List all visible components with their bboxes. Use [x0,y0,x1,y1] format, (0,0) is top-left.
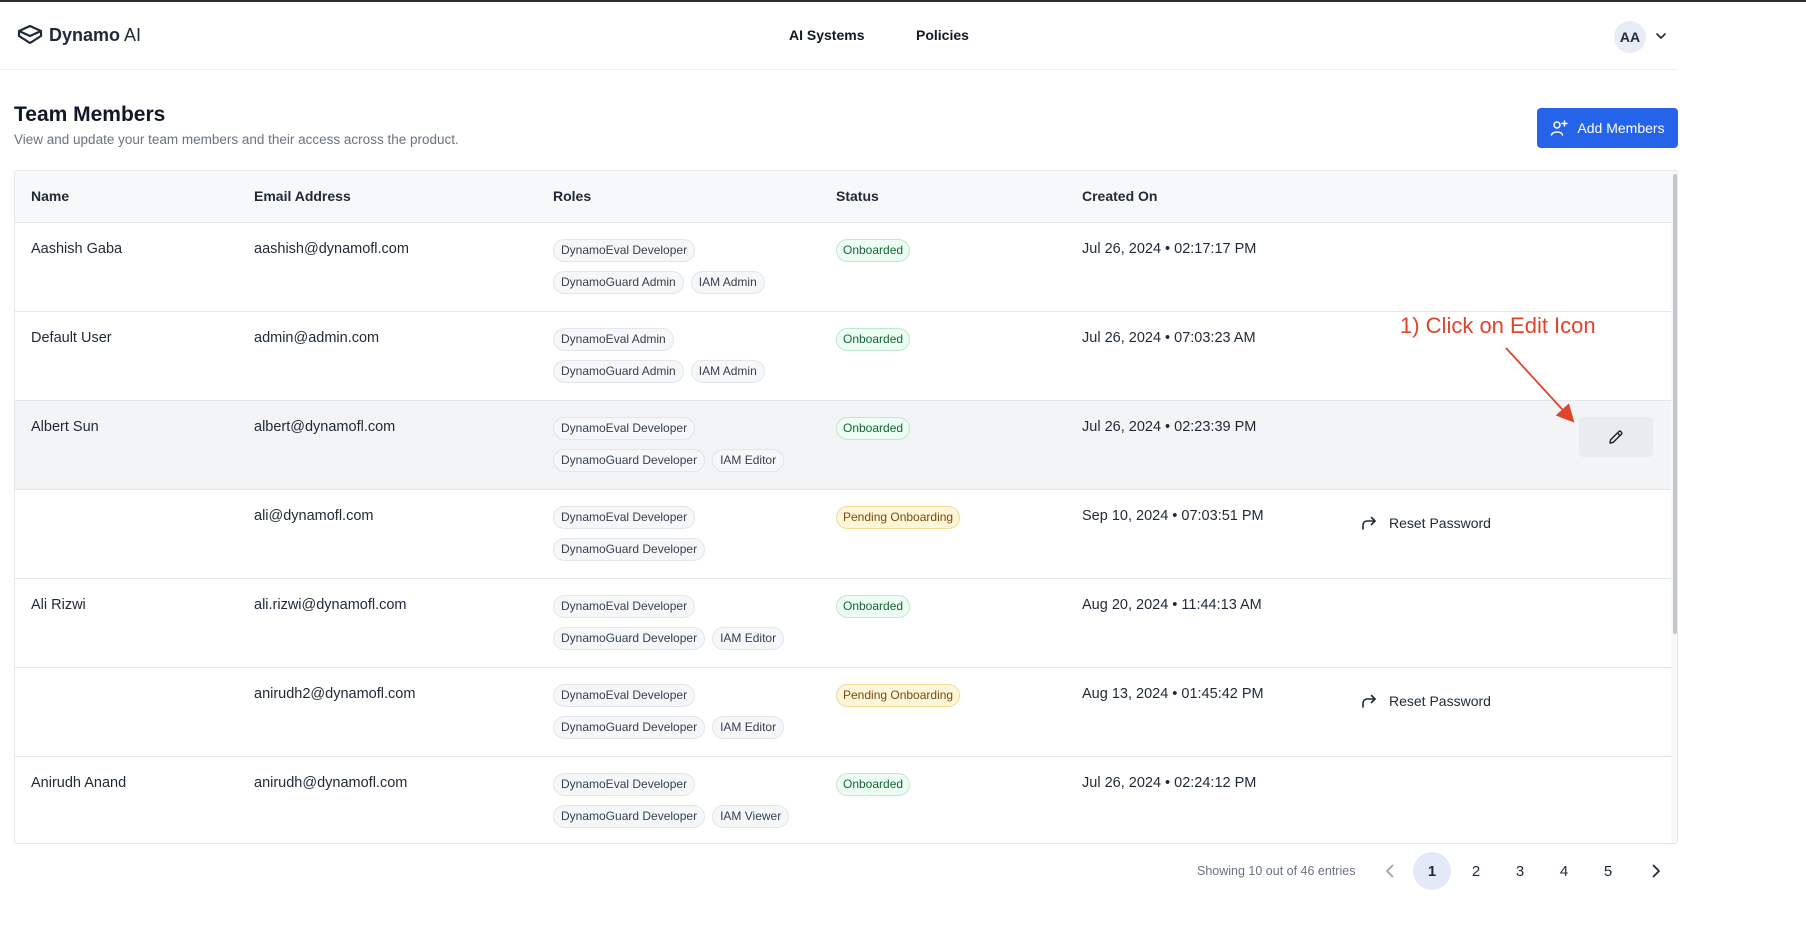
brand-name: Dynamo AI [49,24,142,45]
table-header: Name Email Address Roles Status Created … [15,171,1671,223]
scrollbar-thumb[interactable] [1673,174,1677,634]
dynamo-logo-icon [17,24,43,45]
member-email: albert@dynamofl.com [254,419,396,435]
chevron-down-icon[interactable] [1653,28,1669,44]
roles-cell: DynamoEval Developer DynamoGuard Develop… [553,417,823,481]
column-header-email[interactable]: Email Address [254,188,351,204]
page-4-button[interactable]: 4 [1545,852,1583,890]
reset-password-label: Reset Password [1389,515,1491,531]
table-row[interactable]: anirudh2@dynamofl.com DynamoEval Develop… [15,668,1671,757]
status-badge: Onboarded [836,328,911,351]
role-chip: DynamoEval Admin [553,328,674,351]
brand-logo[interactable]: Dynamo AI [17,24,141,46]
column-header-status[interactable]: Status [836,188,879,204]
role-chip: DynamoGuard Developer [553,449,706,472]
table-row[interactable]: Ali Rizwi ali.rizwi@dynamofl.com DynamoE… [15,579,1671,668]
reset-password-label: Reset Password [1389,693,1491,709]
member-email: ali@dynamofl.com [254,508,374,524]
created-on: Jul 26, 2024 • 07:03:23 AM [1082,330,1256,346]
status-badge: Pending Onboarding [836,684,961,707]
role-chip: DynamoGuard Developer [553,805,706,828]
page-3-button[interactable]: 3 [1501,852,1539,890]
pagination-info: Showing 10 out of 46 entries [1197,864,1356,878]
table-row[interactable]: Anirudh Anand anirudh@dynamofl.com Dynam… [15,757,1671,843]
member-name: Ali Rizwi [31,597,86,613]
role-chip: DynamoEval Developer [553,239,696,262]
roles-cell: DynamoEval Developer DynamoGuard Develop… [553,506,823,570]
avatar[interactable]: AA [1614,21,1646,53]
nav-ai-systems[interactable]: AI Systems [789,27,864,43]
nav-policies[interactable]: Policies [916,27,969,43]
role-chip: DynamoEval Developer [553,595,696,618]
status-badge: Onboarded [836,239,911,262]
member-name: Anirudh Anand [31,775,127,791]
tutorial-annotation: 1) Click on Edit Icon [1400,313,1596,338]
chevron-right-icon[interactable] [1646,861,1666,881]
page-1-button[interactable]: 1 [1413,852,1451,890]
role-chip: DynamoGuard Developer [553,716,706,739]
member-name: Aashish Gaba [31,241,123,257]
role-chip: IAM Editor [712,627,785,650]
member-email: anirudh@dynamofl.com [254,775,408,791]
add-user-icon [1551,120,1569,136]
role-chip: DynamoEval Developer [553,417,696,440]
page-title: Team Members [14,103,166,126]
page-2-button[interactable]: 2 [1457,852,1495,890]
top-navigation-bar: Dynamo AI AI Systems Policies AA [0,2,1678,70]
table-scrollbar[interactable] [1671,171,1677,843]
created-on: Jul 26, 2024 • 02:23:39 PM [1082,419,1257,435]
role-chip: DynamoGuard Admin [553,360,684,383]
roles-cell: DynamoEval Admin DynamoGuard Admin IAM Ad… [553,328,823,392]
page-subtitle: View and update your team members and th… [14,132,459,147]
roles-cell: DynamoEval Developer DynamoGuard Develop… [553,684,823,748]
status-badge: Pending Onboarding [836,506,961,529]
created-on: Jul 26, 2024 • 02:24:12 PM [1082,775,1257,791]
table-row[interactable]: Albert Sun albert@dynamofl.com DynamoEva… [15,401,1671,490]
role-chip: DynamoEval Developer [553,773,696,796]
table-row[interactable]: Aashish Gaba aashish@dynamofl.com Dynamo… [15,223,1671,312]
edit-member-button[interactable] [1579,417,1653,457]
role-chip: IAM Editor [712,716,785,739]
status-badge: Onboarded [836,595,911,618]
role-chip: IAM Viewer [712,805,790,828]
role-chip: DynamoEval Developer [553,506,696,529]
chevron-left-icon[interactable] [1380,861,1400,881]
role-chip: IAM Editor [712,449,785,472]
role-chip: DynamoGuard Admin [553,271,684,294]
reset-password-button[interactable]: Reset Password [1361,515,1491,531]
created-on: Aug 13, 2024 • 01:45:42 PM [1082,686,1264,702]
roles-cell: DynamoEval Developer DynamoGuard Develop… [553,595,823,659]
created-on: Aug 20, 2024 • 11:44:13 AM [1082,597,1262,613]
member-name: Default User [31,330,112,346]
role-chip: IAM Admin [690,271,765,294]
column-header-roles[interactable]: Roles [553,188,591,204]
annotation-arrow-icon [1505,347,1575,423]
created-on: Sep 10, 2024 • 07:03:51 PM [1082,508,1264,524]
member-email: admin@admin.com [254,330,380,346]
role-chip: IAM Admin [690,360,765,383]
team-members-table: Name Email Address Roles Status Created … [14,170,1678,844]
created-on: Jul 26, 2024 • 02:17:17 PM [1082,241,1257,257]
table-row[interactable]: ali@dynamofl.com DynamoEval Developer Dy… [15,490,1671,579]
add-members-button[interactable]: Add Members [1537,108,1678,148]
add-members-label: Add Members [1577,120,1665,136]
reset-password-button[interactable]: Reset Password [1361,693,1491,709]
role-chip: DynamoGuard Developer [553,538,706,561]
member-email: aashish@dynamofl.com [254,241,409,257]
role-chip: DynamoEval Developer [553,684,696,707]
roles-cell: DynamoEval Developer DynamoGuard Admin IA… [553,239,823,303]
reset-arrow-icon [1362,694,1376,708]
member-email: ali.rizwi@dynamofl.com [254,597,407,613]
member-name: Albert Sun [31,419,99,435]
page-5-button[interactable]: 5 [1589,852,1627,890]
roles-cell: DynamoEval Developer DynamoGuard Develop… [553,773,823,837]
status-badge: Onboarded [836,417,911,440]
column-header-name[interactable]: Name [31,188,69,204]
role-chip: DynamoGuard Developer [553,627,706,650]
column-header-created-on[interactable]: Created On [1082,188,1157,204]
member-email: anirudh2@dynamofl.com [254,686,416,702]
reset-arrow-icon [1362,516,1376,530]
status-badge: Onboarded [836,773,911,796]
pencil-icon [1609,430,1623,444]
